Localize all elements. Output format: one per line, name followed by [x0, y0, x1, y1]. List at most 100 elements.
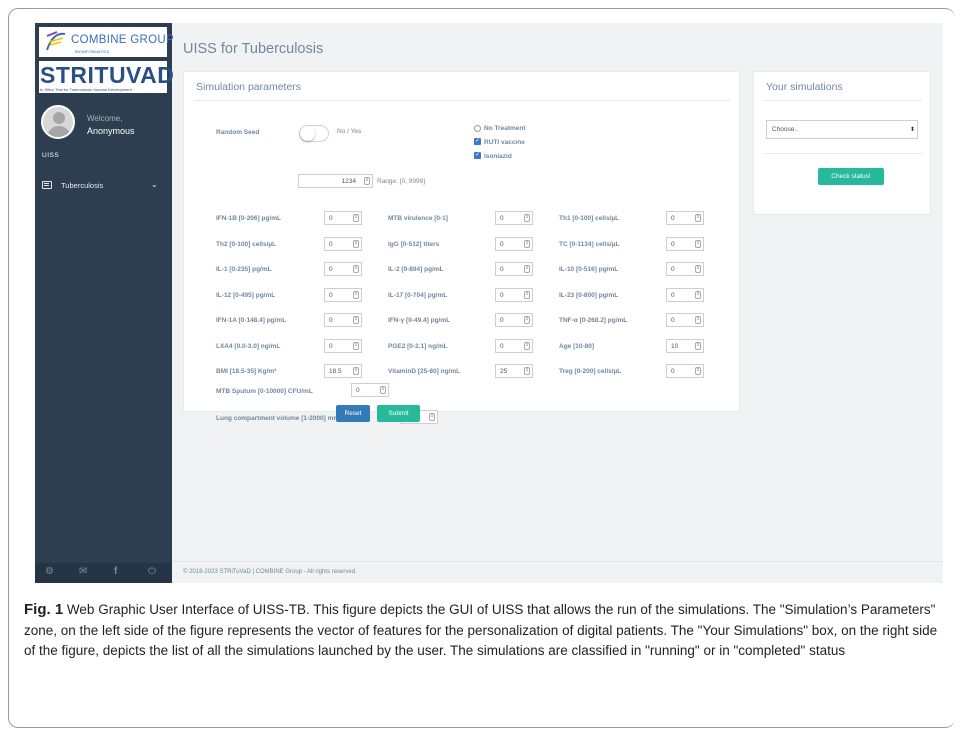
spinner-icon[interactable]: ⇕	[353, 239, 359, 248]
reset-button[interactable]: Reset	[336, 405, 370, 422]
param-label: BMI [18.5-35] Kg/m²	[216, 368, 277, 375]
page-footer: © 2018-2023 STRiTuVaD | COMBINE Group - …	[183, 569, 357, 575]
param-input[interactable]: 0 ⇕	[495, 287, 533, 302]
random-seed-toggle[interactable]	[299, 125, 329, 142]
sputum-value: 0	[356, 387, 360, 394]
param-label: IL-17 [0-704] pg/mL	[388, 291, 448, 299]
param-value: 0	[671, 368, 675, 375]
param-input[interactable]: 25 ⇕	[495, 364, 533, 378]
strituvad-logo[interactable]: STRITUVAD In Silico Trial for Tuberculos…	[39, 61, 174, 93]
param-input[interactable]: 0 ⇕	[666, 211, 704, 225]
param-input[interactable]: 0 ⇕	[666, 262, 704, 276]
chevron-down-icon: ⌄	[151, 180, 158, 189]
param-label: IL-1 [0-235] pg/mL	[216, 266, 272, 273]
spinner-icon[interactable]: ⇕	[380, 386, 386, 394]
param-input[interactable]: 0 ⇕	[666, 287, 704, 302]
param-input[interactable]: 0 ⇕	[495, 338, 533, 353]
random-seed-label: Random Seed	[216, 129, 260, 136]
param-input[interactable]: 0 ⇕	[495, 211, 533, 225]
select-value: Choose..	[772, 126, 799, 133]
param-input[interactable]: 0 ⇕	[324, 211, 362, 225]
sidebar: COMBINE GROUP BIOINFORMATICS STRITUVAD I…	[35, 23, 174, 583]
spinner-icon[interactable]: ⇕	[524, 239, 530, 248]
param-input[interactable]: 0 ⇕	[324, 287, 362, 302]
sidebar-item-tuberculosis[interactable]: Tuberculosis ⌄	[35, 175, 172, 197]
figure-caption: Fig. 1 Web Graphic User Interface of UIS…	[24, 600, 944, 662]
param-input[interactable]: 0 ⇕	[495, 313, 533, 327]
param-input[interactable]: 0 ⇕	[324, 262, 362, 276]
sidebar-footer: ⚙ ✉ f ⏻	[35, 563, 172, 583]
avatar-body	[47, 126, 71, 137]
param-label: IL-10 [0-516] pg/mL	[559, 266, 619, 273]
spinner-icon[interactable]: ⇕	[524, 265, 530, 273]
spinner-icon[interactable]: ⇕	[353, 265, 359, 273]
param-input[interactable]: 0 ⇕	[495, 262, 533, 276]
param-input[interactable]: 0 ⇕	[324, 313, 362, 327]
toggle-label: No / Yes	[337, 128, 362, 135]
spinner-icon[interactable]: ⇕	[353, 367, 359, 375]
spinner-icon[interactable]: ⇕	[353, 290, 359, 299]
param-input[interactable]: 0 ⇕	[324, 338, 362, 353]
submit-button[interactable]: Submit	[377, 405, 420, 422]
select-arrow-icon: ⬍	[909, 127, 915, 133]
param-value: 0	[671, 240, 675, 248]
random-seed-input[interactable]: 1234 ⇕	[298, 174, 373, 188]
param-label: Age [10-80]	[559, 342, 595, 350]
param-value: 0	[671, 291, 675, 299]
param-value: 0	[329, 291, 333, 299]
no-treatment-label: No Treatment	[484, 125, 526, 132]
param-label: IL-12 [0-495] pg/mL	[216, 291, 276, 299]
spinner-icon[interactable]: ⇕	[524, 316, 530, 324]
spinner-icon[interactable]: ⇕	[695, 290, 701, 299]
param-input[interactable]: 10 ⇕	[666, 338, 704, 353]
spinner-icon[interactable]: ⇕	[353, 316, 359, 324]
sputum-input[interactable]: 0 ⇕	[351, 383, 389, 397]
spinner-icon[interactable]: ⇕	[524, 290, 530, 299]
check-status-button[interactable]: Check status!	[818, 168, 884, 185]
page-title: UISS for Tuberculosis	[183, 41, 324, 57]
spinner-icon[interactable]: ⇕	[353, 214, 359, 222]
param-label: IgG [0-512] titers	[388, 240, 440, 248]
param-input[interactable]: 0 ⇕	[495, 236, 533, 251]
avatar	[41, 105, 75, 139]
caption-text: Web Graphic User Interface of UISS-TB. T…	[24, 602, 938, 658]
facebook-icon[interactable]: f	[114, 566, 117, 577]
spinner-icon[interactable]: ⇕	[524, 341, 530, 350]
sputum-label: MTB Sputum [0-10000] CFU/mL	[216, 388, 313, 395]
simulations-select[interactable]: Choose.. ⬍	[766, 120, 918, 139]
spinner-icon[interactable]: ⇕	[695, 265, 701, 273]
param-input[interactable]: 0 ⇕	[324, 236, 362, 251]
settings-icon[interactable]: ⚙	[45, 566, 54, 577]
isoniazid-checkbox[interactable]: ✓	[474, 152, 481, 159]
param-input[interactable]: 0 ⇕	[666, 313, 704, 327]
param-label: IFN-1A [0-148.4] pg/mL	[216, 317, 287, 324]
panel-title: Your simulations	[766, 81, 843, 93]
spinner-icon[interactable]: ⇕	[524, 214, 530, 222]
param-value: 0	[329, 240, 333, 248]
spinner-icon[interactable]: ⇕	[353, 341, 359, 350]
spinner-icon[interactable]: ⇕	[429, 413, 435, 421]
seed-range: Range: [0, 9999]	[377, 178, 426, 185]
param-input[interactable]: 0 ⇕	[666, 364, 704, 378]
list-icon	[42, 181, 52, 189]
ruti-vaccine-checkbox[interactable]: ✓	[474, 138, 481, 145]
param-input[interactable]: 0 ⇕	[666, 236, 704, 251]
combine-group-logo[interactable]: COMBINE GROUP BIOINFORMATICS	[39, 27, 174, 57]
mail-icon[interactable]: ✉	[79, 566, 87, 577]
param-value: 0	[329, 215, 333, 222]
power-icon[interactable]: ⏻	[148, 566, 156, 577]
strituvad-subtitle: In Silico Trial for Tuberculosis Vaccine…	[40, 87, 132, 92]
param-value: 0	[500, 240, 504, 248]
no-treatment-radio[interactable]	[474, 125, 481, 132]
spinner-icon[interactable]: ⇕	[695, 239, 701, 248]
dna-logo-icon	[46, 31, 66, 51]
param-input[interactable]: 18.5 ⇕	[324, 364, 362, 378]
spinner-icon[interactable]: ⇕	[364, 177, 370, 185]
spinner-icon[interactable]: ⇕	[695, 316, 701, 324]
spinner-icon[interactable]: ⇕	[695, 367, 701, 375]
spinner-icon[interactable]: ⇕	[695, 214, 701, 222]
strituvad-title: STRITUVAD	[40, 62, 175, 88]
param-label: IFN-1B [0-206] pg/mL	[216, 215, 282, 222]
spinner-icon[interactable]: ⇕	[695, 341, 701, 350]
spinner-icon[interactable]: ⇕	[524, 367, 530, 375]
